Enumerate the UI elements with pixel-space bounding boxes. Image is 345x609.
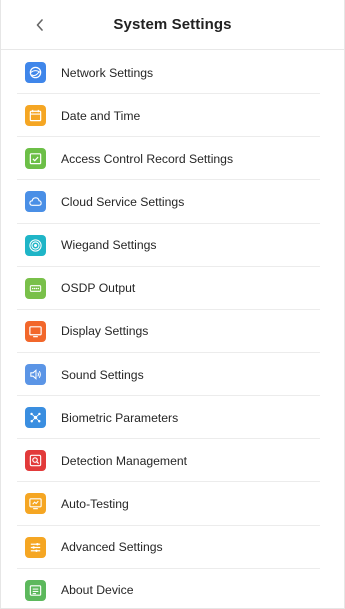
settings-item-label: Auto-Testing: [61, 496, 129, 511]
settings-item-wiegand[interactable]: Wiegand Settings: [1, 224, 344, 267]
calendar-icon: [25, 105, 46, 127]
settings-item-biometric[interactable]: Biometric Parameters: [1, 396, 344, 440]
settings-item-network[interactable]: Network Settings: [1, 51, 344, 95]
settings-item-cloud-service[interactable]: Cloud Service Settings: [1, 180, 344, 224]
settings-item-label: Wiegand Settings: [61, 238, 157, 253]
advanced-icon: [25, 536, 46, 558]
settings-item-label: Biometric Parameters: [61, 410, 179, 425]
network-icon: [25, 62, 46, 84]
settings-item-label: Sound Settings: [61, 367, 144, 382]
settings-item-label: Display Settings: [61, 324, 149, 339]
speaker-icon: [25, 364, 46, 386]
settings-item-auto-testing[interactable]: Auto-Testing: [1, 482, 344, 526]
back-button[interactable]: [29, 14, 51, 36]
settings-item-detection-management[interactable]: Detection Management: [1, 439, 344, 483]
settings-item-date-time[interactable]: Date and Time: [1, 94, 344, 138]
wiegand-icon: [25, 234, 46, 256]
settings-item-access-control-record[interactable]: Access Control Record Settings: [1, 137, 344, 181]
settings-item-osdp-output[interactable]: OSDP Output: [1, 267, 344, 310]
record-icon: [25, 148, 46, 170]
settings-item-about-device[interactable]: About Device: [1, 569, 344, 609]
settings-item-advanced[interactable]: Advanced Settings: [1, 526, 344, 569]
cloud-icon: [25, 191, 46, 213]
chevron-left-icon: [36, 19, 43, 31]
settings-item-sound[interactable]: Sound Settings: [1, 353, 344, 397]
page-title: System Settings: [113, 16, 232, 33]
settings-item-label: Network Settings: [61, 65, 154, 80]
settings-item-label: Detection Management: [61, 453, 188, 468]
biometric-icon: [25, 407, 46, 429]
about-icon: [25, 579, 46, 601]
settings-list: Network Settings Date and Time Access Co…: [1, 51, 344, 609]
settings-item-label: Date and Time: [61, 108, 141, 123]
settings-item-display[interactable]: Display Settings: [1, 310, 344, 354]
osdp-icon: [25, 277, 46, 299]
header-bar: System Settings: [1, 0, 344, 50]
detection-icon: [25, 450, 46, 472]
settings-item-label: Advanced Settings: [61, 540, 163, 555]
settings-screen: System Settings Network Settings Date an…: [0, 0, 345, 609]
settings-item-label: Cloud Service Settings: [61, 194, 185, 209]
display-icon: [25, 320, 46, 342]
settings-item-label: About Device: [61, 583, 134, 598]
auto-test-icon: [25, 493, 46, 515]
settings-item-label: OSDP Output: [61, 281, 136, 296]
settings-item-label: Access Control Record Settings: [61, 151, 234, 166]
